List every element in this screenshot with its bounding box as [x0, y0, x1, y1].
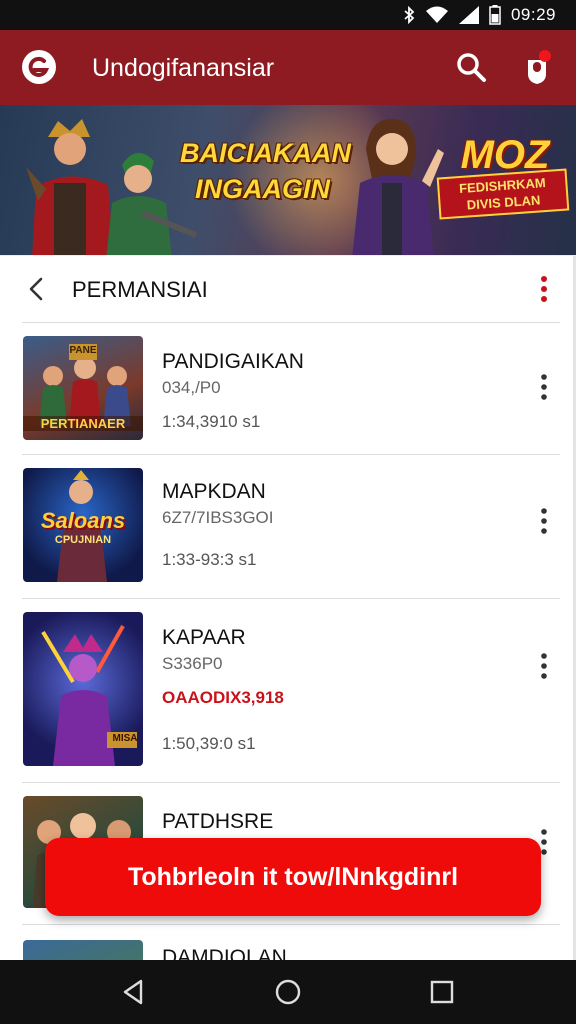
banner-title-line1: BAICIAKAAN [180, 138, 351, 168]
thumb-caption: PERTIANAER [23, 416, 143, 431]
more-vertical-icon[interactable] [538, 507, 550, 535]
game-list-item[interactable]: MISA KAPAAR S336P0 OAAODIX3,918 1:50,39:… [0, 598, 576, 782]
promo-small-badge: FEDISHRKAM DIVIS DLAN [436, 168, 570, 220]
game-list-item[interactable]: Saloans CPUJNIAN MAPKDAN 6Z7/7IBS3GOI 1:… [0, 454, 576, 598]
app-title: Undogifanansiar [92, 54, 275, 82]
game-thumbnail [23, 940, 143, 960]
recents-square-icon[interactable] [428, 978, 456, 1006]
home-circle-icon[interactable] [274, 978, 302, 1006]
app-logo-icon[interactable] [22, 50, 56, 84]
promo-banner[interactable]: BAICIAKAAN INGAAGIN MOZ FEDISHRKAM DIVIS… [0, 105, 576, 255]
game-meta: 1:50,39:0 s1 [162, 734, 256, 753]
thumb-caption: Saloans [40, 508, 126, 533]
game-thumbnail: MISA [23, 612, 143, 766]
battery-icon [489, 5, 501, 25]
wifi-icon [425, 6, 448, 23]
search-icon[interactable] [454, 50, 490, 86]
bluetooth-icon [404, 6, 415, 24]
game-subtitle: 6Z7/7IBS3GOI [162, 508, 274, 527]
more-vertical-icon[interactable] [536, 274, 552, 304]
game-title: MAPKDAN [162, 480, 266, 503]
game-meta: 1:33-93:3 s1 [162, 550, 257, 569]
game-subtitle: 034,/P0 [162, 378, 221, 397]
thumb-badge: MISA [112, 733, 138, 744]
banner-title-line2: INGAAGIN [195, 174, 330, 204]
game-meta: 1:34,3910 s1 [162, 412, 261, 431]
thumb-sub-caption: CPUJNIAN [54, 534, 112, 546]
status-bar: 09:29 [0, 0, 576, 30]
game-subtitle: S336P0 [162, 654, 223, 673]
back-arrow-icon[interactable] [22, 274, 52, 304]
game-title: PATDHSRE [162, 810, 274, 833]
signal-icon [458, 6, 479, 24]
game-title: DAMDIOLAN [162, 946, 287, 960]
banner-title: BAICIAKAAN INGAAGIN [180, 135, 351, 207]
back-triangle-icon[interactable] [119, 978, 147, 1006]
hero-heroine-icon [352, 118, 444, 255]
game-thumbnail: Saloans CPUJNIAN [23, 468, 143, 582]
game-title: PANDIGAIKAN [162, 350, 304, 373]
game-thumbnail: PANE PERTIANAER [23, 336, 143, 440]
more-vertical-icon[interactable] [538, 373, 550, 401]
profile-icon[interactable] [520, 48, 554, 88]
more-vertical-icon[interactable] [538, 652, 550, 680]
game-price: OAAODIX3,918 [162, 688, 284, 707]
cta-button[interactable]: Tohbrleoln it tow/lNnkgdinrl [45, 838, 541, 916]
app-bar: Undogifanansiar [0, 30, 576, 105]
game-list-item[interactable]: DAMDIOLAN [0, 924, 576, 960]
thumb-badge: PANE [69, 345, 97, 356]
section-header: PERMANSIAI [0, 256, 576, 322]
system-nav-bar [0, 960, 576, 1024]
game-list-item[interactable]: PANE PERTIANAER PANDIGAIKAN 034,/P0 1:34… [0, 322, 576, 454]
status-time: 09:29 [510, 5, 556, 24]
section-title: PERMANSIAI [72, 277, 208, 302]
game-title: KAPAAR [162, 626, 246, 649]
